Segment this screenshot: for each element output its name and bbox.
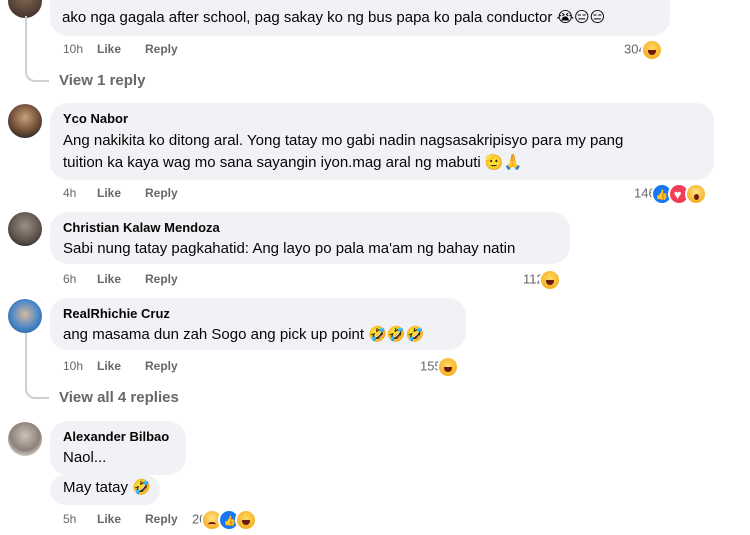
avatar[interactable] bbox=[8, 212, 42, 246]
comment-actions: 6h Like Reply bbox=[63, 271, 178, 287]
comment-timestamp[interactable]: 5h bbox=[63, 511, 97, 527]
reply-button[interactable]: Reply bbox=[145, 358, 178, 374]
comment-timestamp[interactable]: 4h bbox=[63, 185, 97, 201]
comment-text: Naol... bbox=[63, 449, 107, 466]
comment-text: Sabi nung tatay pagkahatid: Ang layo po … bbox=[63, 240, 516, 257]
comment-author[interactable]: Alexander Bilbao bbox=[63, 429, 169, 445]
comment-author[interactable]: Yco Nabor bbox=[63, 111, 128, 127]
haha-reaction-icon bbox=[640, 39, 663, 61]
comment-bubble: RealRhichie Cruz ang masama dun zah Sogo… bbox=[50, 298, 466, 350]
reaction-summary[interactable]: 146 bbox=[634, 183, 707, 206]
comment-author[interactable]: RealRhichie Cruz bbox=[63, 306, 170, 322]
comment-actions: 10h Like Reply bbox=[63, 358, 178, 374]
comment-text: Ang nakikita ko ditong aral. Yong tatay … bbox=[63, 132, 624, 149]
comment-bubble: ako nga gagala after school, pag sakay k… bbox=[50, 0, 670, 36]
comment-text: tuition ka kaya wag mo sana sayangin iyo… bbox=[63, 154, 523, 171]
view-replies-link[interactable]: View 1 reply bbox=[59, 71, 145, 91]
comment-text: ang masama dun zah Sogo ang pick up poin… bbox=[63, 326, 425, 343]
comment-bubble: May tatay 🤣 bbox=[50, 475, 160, 505]
haha-reaction-icon bbox=[235, 509, 258, 531]
comment-bubble: Christian Kalaw Mendoza Sabi nung tatay … bbox=[50, 212, 570, 264]
reply-button[interactable]: Reply bbox=[145, 271, 178, 287]
reaction-summary[interactable]: 20 bbox=[192, 509, 258, 532]
reply-button[interactable]: Reply bbox=[145, 185, 178, 201]
like-button[interactable]: Like bbox=[97, 511, 145, 527]
comment-text: May tatay 🤣 bbox=[63, 479, 151, 496]
thread-connector bbox=[25, 16, 49, 82]
comment-actions: 10h Like Reply bbox=[63, 41, 178, 57]
comment-timestamp[interactable]: 6h bbox=[63, 271, 97, 287]
reaction-summary[interactable]: 155 bbox=[420, 356, 459, 378]
reaction-summary[interactable]: 112 bbox=[523, 269, 561, 291]
avatar[interactable] bbox=[8, 422, 42, 456]
comment-timestamp[interactable]: 10h bbox=[63, 41, 97, 57]
wow-reaction-icon bbox=[684, 183, 707, 205]
haha-reaction-icon bbox=[436, 356, 459, 378]
comment-bubble: Alexander Bilbao Naol... bbox=[50, 421, 186, 475]
thread-connector bbox=[25, 333, 49, 399]
like-button[interactable]: Like bbox=[97, 185, 145, 201]
view-replies-link[interactable]: View all 4 replies bbox=[59, 388, 179, 408]
avatar[interactable] bbox=[8, 299, 42, 333]
comment-timestamp[interactable]: 10h bbox=[63, 358, 97, 374]
haha-reaction-icon bbox=[538, 269, 561, 291]
comment-actions: 4h Like Reply bbox=[63, 185, 178, 201]
comment-author[interactable]: Christian Kalaw Mendoza bbox=[63, 220, 220, 236]
comment-text: ako nga gagala after school, pag sakay k… bbox=[62, 9, 606, 26]
avatar[interactable] bbox=[8, 104, 42, 138]
reply-button[interactable]: Reply bbox=[145, 41, 178, 57]
reply-button[interactable]: Reply bbox=[145, 511, 178, 527]
comment-actions: 5h Like Reply bbox=[63, 511, 178, 527]
reaction-summary[interactable]: 304 bbox=[624, 39, 663, 61]
like-button[interactable]: Like bbox=[97, 271, 145, 287]
like-button[interactable]: Like bbox=[97, 358, 145, 374]
like-button[interactable]: Like bbox=[97, 41, 145, 57]
comment-bubble: Yco Nabor Ang nakikita ko ditong aral. Y… bbox=[50, 103, 714, 180]
